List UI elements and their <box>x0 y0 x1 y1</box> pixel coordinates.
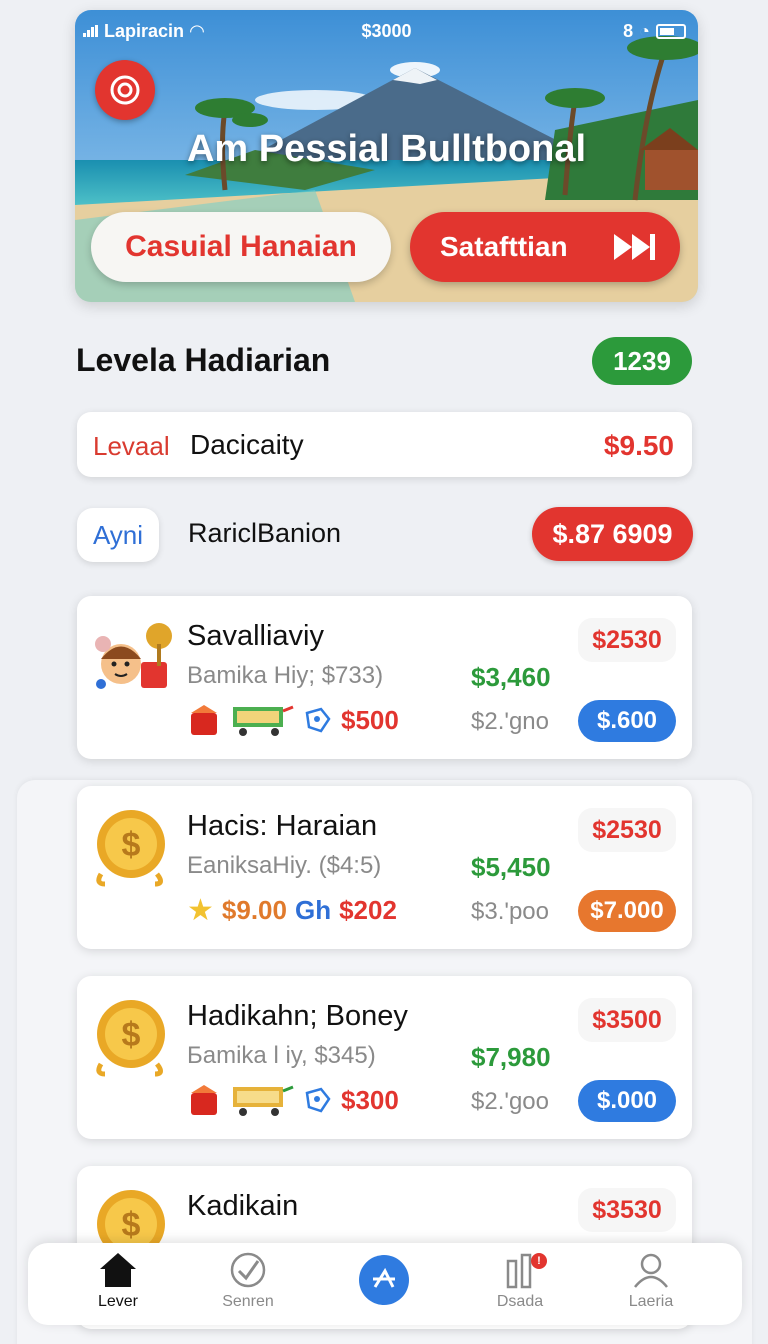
app-logo-icon[interactable] <box>95 60 155 120</box>
item-secondary-price: $3.'poo <box>471 898 549 925</box>
item-icon-code: Gh <box>294 894 332 925</box>
nav-label: Senren <box>222 1293 274 1310</box>
casual-button[interactable]: Casuial Hanaian <box>91 212 391 282</box>
gold-coin-icon: $ <box>91 994 177 1080</box>
item-icons-row: $500 <box>187 700 399 740</box>
time-label: 8 <box>623 20 634 41</box>
svg-text:$: $ <box>122 826 141 864</box>
nav-label: Dsada <box>496 1293 544 1310</box>
item-action-pill[interactable]: $.600 <box>578 700 676 742</box>
nav-item-dsada[interactable]: ! Dsada <box>475 1251 565 1321</box>
item-price-tag: $3500 <box>578 998 676 1042</box>
list-item[interactable]: Savalliaviy Bamika Hiy; $733) $3,460 $25… <box>77 596 692 759</box>
item-icon-price: $202 <box>339 894 397 925</box>
shopping-cart-icon <box>233 705 294 736</box>
fast-forward-icon <box>610 230 658 271</box>
item-price-tag: $2530 <box>578 618 676 662</box>
swap-icon <box>373 1267 395 1288</box>
character-avatar-icon <box>91 614 177 700</box>
item-icon-price: $500 <box>341 704 399 735</box>
list-item[interactable]: $ Hacis: Haraian EaniksaHiy. ($4:5) $5,4… <box>77 786 692 949</box>
item-price-tag: $3530 <box>578 1188 676 1232</box>
alarm-icon: ◔ <box>639 20 650 41</box>
list-item[interactable]: $ Hadikahn; Boney Бamika l iy, $345) $7,… <box>77 976 692 1139</box>
red-basket-icon <box>191 1085 217 1115</box>
ayni-chip[interactable]: Ayni <box>77 508 159 562</box>
user-profile-icon <box>634 1253 668 1288</box>
item-price-green: $5,450 <box>471 852 551 882</box>
bottom-nav: Lever Senren ! Dsada Laeria <box>28 1243 742 1325</box>
hero-title: Am Pessial Bulltbonal <box>186 128 587 170</box>
home-icon <box>100 1253 136 1287</box>
item-secondary-price: $2.'gno <box>471 708 549 735</box>
row2-price-badge[interactable]: $.87 6909 <box>532 507 693 561</box>
center-action-button[interactable] <box>359 1255 409 1305</box>
gold-coin-icon: $ <box>91 804 177 890</box>
item-name: Savalliaviy <box>187 620 324 652</box>
level-row-text: Dacicaity <box>190 429 304 460</box>
item-icon-price: $9.00 <box>221 894 287 925</box>
tag-outline-icon <box>305 707 331 733</box>
item-name: Kadikain <box>187 1190 299 1222</box>
item-secondary-price: $2.'goo <box>471 1088 549 1115</box>
section-count-badge: 1239 <box>592 337 692 385</box>
nav-label: Laeria <box>628 1293 674 1310</box>
item-price-green: $3,460 <box>471 662 551 692</box>
item-icon-price: $300 <box>341 1084 399 1115</box>
svg-text:$: $ <box>122 1016 141 1054</box>
red-basket-icon <box>191 705 217 735</box>
hero-banner: Lapiracin ◠ $3000 8 ◔ Am Pessial Bulltbo… <box>75 10 698 302</box>
item-action-pill[interactable]: $.000 <box>578 1080 676 1122</box>
nav-label: Lever <box>97 1293 139 1310</box>
star-icon: ★ <box>187 893 214 927</box>
nav-item-lever[interactable]: Lever <box>73 1251 163 1321</box>
section-title: Levela Hadiarian <box>76 342 331 378</box>
check-badge-icon <box>230 1252 266 1288</box>
level-row-label: Levaal <box>93 431 170 461</box>
item-action-pill[interactable]: $7.000 <box>578 890 676 932</box>
nav-item-senren[interactable]: Senren <box>203 1251 293 1321</box>
nav-item-laeria[interactable]: Laeria <box>606 1251 696 1321</box>
item-subtitle: Бamika l iy, $345) <box>187 1042 376 1069</box>
level-row[interactable]: Levaal Dacicaity $9.50 <box>77 412 692 477</box>
item-icons-row: ★ $9.00 Gh $202 <box>187 890 397 930</box>
row2-text: RariclBanion <box>188 518 342 548</box>
balance-label: $3000 <box>361 20 412 41</box>
level-row-price: $9.50 <box>603 430 674 461</box>
start-button[interactable]: Satafttian <box>410 212 680 282</box>
item-name: Hadikahn; Boney <box>187 1000 408 1032</box>
svg-text:$: $ <box>122 1206 141 1244</box>
item-price-tag: $2530 <box>578 808 676 852</box>
item-name: Hacis: Haraian <box>187 810 378 842</box>
status-bar: Lapiracin ◠ $3000 8 ◔ <box>75 16 698 46</box>
item-subtitle: Bamika Hiy; $733) <box>187 662 384 689</box>
item-subtitle: EaniksaHiy. ($4:5) <box>187 852 382 879</box>
shopping-cart-icon <box>233 1085 294 1116</box>
battery-icon <box>656 23 686 39</box>
tag-outline-icon <box>305 1087 331 1113</box>
item-price-green: $7,980 <box>471 1042 551 1072</box>
notification-badge: ! <box>531 1253 547 1269</box>
item-icons-row: $300 <box>187 1080 399 1120</box>
start-button-label: Satafttian <box>440 231 568 262</box>
